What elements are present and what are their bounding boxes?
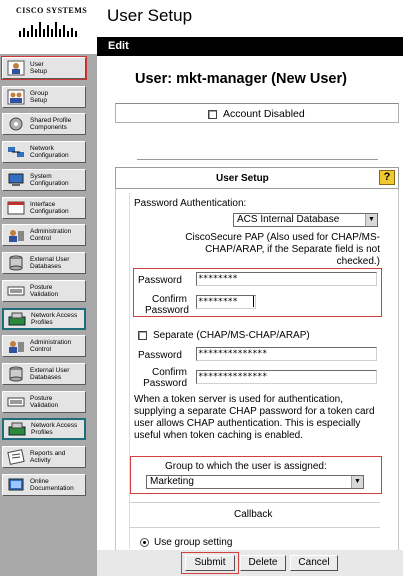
- auth-database-select[interactable]: ACS Internal Database ▼: [233, 213, 378, 227]
- nav-item-label: Reports and Activity: [30, 450, 66, 464]
- nav-item-label: Network Access Profiles: [31, 422, 78, 436]
- brand-name: Cisco Systems: [16, 6, 88, 15]
- nav-item-administration-control[interactable]: Administration Control: [2, 224, 86, 246]
- use-group-setting-label: Use group setting: [154, 537, 233, 548]
- panel-border-left: [115, 189, 116, 564]
- callback-divider-bottom: [130, 527, 380, 528]
- help-button[interactable]: ?: [379, 170, 395, 185]
- reports-icon: [5, 448, 27, 466]
- panel-border-right: [398, 189, 399, 564]
- nav-item-network-configuration[interactable]: Network Configuration: [2, 141, 86, 163]
- confirm-password-label: Confirm Password: [145, 294, 189, 316]
- password-auth-label: Password Authentication:: [134, 198, 247, 209]
- docs-icon: [5, 476, 27, 494]
- admin-icon: [5, 226, 27, 244]
- nav-item-label: Posture Validation: [30, 284, 59, 298]
- group-select[interactable]: Marketing ▼: [146, 475, 364, 489]
- nav-item-user-setup[interactable]: User Setup: [1, 56, 87, 80]
- callback-divider-top: [130, 502, 380, 503]
- nav-item-label: Online Documentation: [30, 478, 74, 492]
- nav-item-group-setup[interactable]: Group Setup: [2, 86, 86, 108]
- panel-inner-border: [129, 193, 130, 549]
- chap-password-input[interactable]: **************: [196, 347, 377, 361]
- nav-item-label: Administration Control: [30, 339, 72, 353]
- group-select-value: Marketing: [150, 476, 194, 487]
- nav-item-external-user-databases[interactable]: External User Databases: [2, 363, 86, 385]
- edit-bar: Edit: [97, 37, 403, 56]
- password-label: Password: [138, 275, 182, 286]
- interface-icon: [5, 199, 27, 217]
- cisco-logo: Cisco Systems: [0, 0, 97, 54]
- nav-item-network-access-profiles[interactable]: Network Access Profiles: [2, 308, 86, 330]
- account-disabled-row: Account Disabled: [208, 108, 305, 120]
- nav-item-shared-profile-components[interactable]: Shared Profile Components: [2, 113, 86, 135]
- posture-icon: [5, 282, 27, 300]
- nav-item-label: External User Databases: [30, 367, 70, 381]
- separate-label: Separate (CHAP/MS-CHAP/ARAP): [153, 330, 310, 341]
- nav-item-online-documentation[interactable]: Online Documentation: [2, 474, 86, 496]
- page-title: User Setup: [107, 6, 193, 25]
- access-profile-icon: [6, 310, 28, 328]
- chap-confirm-label: Confirm Password: [143, 367, 187, 389]
- admin-icon: [5, 337, 27, 355]
- nav-item-label: System Configuration: [30, 173, 69, 187]
- account-disabled-label: Account Disabled: [223, 108, 305, 120]
- edit-label: Edit: [108, 40, 129, 52]
- chevron-down-icon[interactable]: ▼: [365, 214, 377, 226]
- posture-icon: [5, 393, 27, 411]
- user-icon: [5, 59, 27, 77]
- separate-row: Separate (CHAP/MS-CHAP/ARAP): [138, 330, 310, 341]
- system-icon: [5, 171, 27, 189]
- nav-item-system-configuration[interactable]: System Configuration: [2, 169, 86, 191]
- use-group-setting-radio[interactable]: [140, 538, 149, 547]
- group-icon: [5, 88, 27, 106]
- delete-button[interactable]: Delete: [240, 555, 286, 571]
- text-cursor: [253, 296, 254, 307]
- nav-item-interface-configuration[interactable]: Interface Configuration: [2, 197, 86, 219]
- callback-label: Callback: [234, 509, 273, 520]
- callback-option-row: Use group setting: [140, 537, 232, 548]
- nav-item-label: Shared Profile Components: [30, 117, 72, 131]
- token-note: When a token server is used for authenti…: [134, 394, 375, 441]
- nav-item-label: Group Setup: [30, 90, 49, 104]
- sidebar-nav: Cisco Systems User Setup Group Setup Share…: [0, 0, 97, 576]
- nav-item-posture-validation[interactable]: Posture Validation: [2, 280, 86, 302]
- access-profile-icon: [6, 420, 28, 438]
- network-icon: [5, 143, 27, 161]
- pap-note: CiscoSecure PAP (Also used for CHAP/MS-C…: [185, 232, 380, 267]
- nav-item-network-access-profiles[interactable]: Network Access Profiles: [2, 418, 86, 440]
- chap-confirm-input[interactable]: **************: [196, 370, 377, 384]
- separate-checkbox[interactable]: [138, 331, 147, 340]
- user-setup-title: User Setup: [216, 173, 269, 184]
- user-heading: User: mkt-manager (New User): [135, 71, 347, 87]
- database-icon: [5, 254, 27, 272]
- nav-item-label: Network Configuration: [30, 145, 69, 159]
- chevron-down-icon[interactable]: ▼: [351, 476, 363, 488]
- auth-database-value: ACS Internal Database: [237, 214, 340, 225]
- nav-item-external-user-databases[interactable]: External User Databases: [2, 252, 86, 274]
- nav-item-reports-and-activity[interactable]: Reports and Activity: [2, 446, 86, 468]
- group-assign-label: Group to which the user is assigned:: [165, 461, 327, 472]
- cancel-button[interactable]: Cancel: [290, 555, 338, 571]
- cisco-bridge-logo-icon: [19, 22, 77, 37]
- pap-confirm-input[interactable]: ********: [196, 295, 256, 309]
- nav-item-label: Administration Control: [30, 228, 72, 242]
- account-disabled-checkbox[interactable]: [208, 109, 217, 119]
- nav-item-label: External User Databases: [30, 256, 70, 270]
- pap-password-input[interactable]: ********: [196, 272, 377, 286]
- submit-button[interactable]: Submit: [185, 555, 235, 571]
- nav-item-label: User Setup: [30, 61, 47, 75]
- nav-item-label: Network Access Profiles: [31, 312, 78, 326]
- nav-item-label: Posture Validation: [30, 395, 59, 409]
- nav-item-administration-control[interactable]: Administration Control: [2, 335, 86, 357]
- chap-password-label: Password: [138, 350, 182, 361]
- components-icon: [5, 115, 27, 133]
- database-icon: [5, 365, 27, 383]
- nav-item-posture-validation[interactable]: Posture Validation: [2, 391, 86, 413]
- section-divider: [137, 159, 378, 161]
- nav-item-label: Interface Configuration: [30, 201, 69, 215]
